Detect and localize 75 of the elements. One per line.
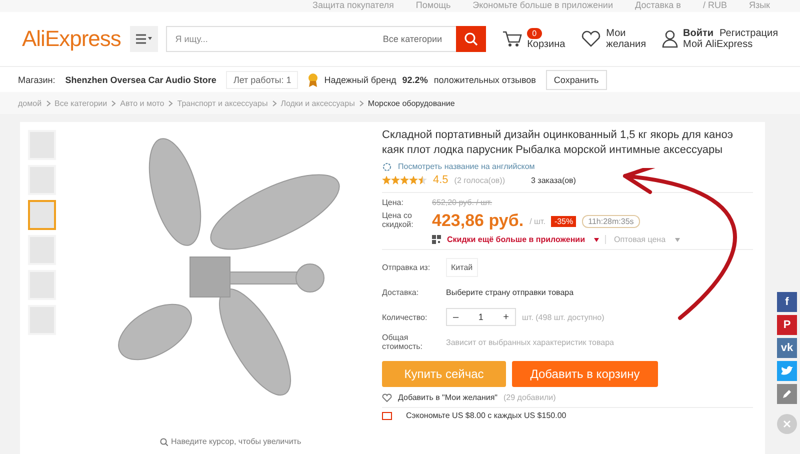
chevron-icon (168, 100, 174, 106)
zoom-hint: Наведите курсор, чтобы увеличить (171, 437, 302, 446)
logo[interactable]: AliExpress (22, 26, 122, 52)
breadcrumb-link[interactable]: Морское оборудование (368, 98, 455, 108)
facebook-share-button[interactable]: f (777, 292, 797, 312)
close-icon (783, 420, 791, 428)
wishlist-link[interactable]: Мои желания (606, 28, 646, 50)
feedback-percent: 92.2% (402, 74, 428, 84)
discount-badge: -35% (551, 216, 576, 226)
chevron-icon (46, 100, 51, 106)
quantity-note: шт. (498 шт. доступно) (522, 312, 604, 322)
total-text: Зависит от выбранных характеристик товара (446, 338, 614, 346)
search-field[interactable]: Я ищу... Все категории (166, 26, 486, 52)
coupon-icon (382, 412, 392, 420)
cart-count: 0 (527, 28, 542, 39)
quantity-label: Количество: (382, 312, 428, 322)
chevron-icon (358, 100, 364, 106)
price-label: Цена: (382, 198, 404, 207)
cart-icon[interactable] (502, 30, 522, 48)
close-share-button[interactable] (777, 414, 797, 434)
thumbnail[interactable] (28, 200, 56, 230)
product-title: Складной портативный дизайн оцинкованный 1,5 кг якорь для каноэ каяк плот лодка парусник Рыбалка морской интимные аксессуары (382, 128, 734, 158)
cart-label[interactable]: Корзина (527, 39, 566, 50)
login-link[interactable]: Войти (683, 28, 714, 39)
ship-from-option[interactable]: Китай (446, 258, 478, 276)
total-label: Общая стоимость: (382, 333, 424, 351)
store-years: Лет работы: 1 (226, 70, 298, 88)
feedback-label[interactable]: положительных отзывов (434, 74, 536, 84)
menu-button[interactable] (130, 26, 158, 52)
ship-from-label: Отправка из: (382, 262, 432, 272)
old-price: 652,20 руб. / шт. (432, 198, 494, 207)
delivery-text: Выберите страну отправки товара (446, 288, 574, 296)
plus-button[interactable]: + (501, 312, 511, 322)
store-name[interactable]: Shenzhen Oversea Car Audio Store (65, 74, 216, 84)
unit-label: / шт. (530, 216, 546, 226)
user-icon[interactable] (662, 30, 678, 48)
delivery-label: Доставка: (382, 288, 420, 296)
store-label: Магазин: (18, 74, 56, 84)
quantity-field[interactable]: – 1 + (446, 308, 516, 326)
app-deal-link[interactable]: Скидки ещё больше в приложении (447, 235, 585, 244)
search-icon (464, 32, 478, 46)
menu-icon (136, 34, 152, 44)
rating-value: 4.5 (433, 174, 448, 186)
caret-icon (594, 238, 599, 242)
chevron-icon (111, 100, 116, 106)
chevron-icon (272, 100, 277, 106)
pinterest-share-button[interactable]: P (777, 315, 797, 335)
search-button[interactable] (456, 26, 486, 52)
orders-count: 3 заказа(ов) (531, 176, 576, 184)
qr-code-icon (432, 235, 441, 244)
translate-icon (382, 162, 392, 170)
add-to-cart-button[interactable]: Добавить в корзину (512, 361, 658, 387)
register-link[interactable]: Регистрация (720, 28, 778, 39)
search-icon (160, 438, 168, 446)
brand-label: Надежный бренд (324, 74, 396, 84)
coupon-text: Сэкономьте US $8.00 с каждых US $150.00 (406, 411, 566, 420)
account-link[interactable]: Мой AliExpress (683, 39, 778, 50)
wishlist-count: (29 добавили) (504, 393, 556, 402)
caret-icon (674, 238, 680, 242)
wishlist-add-link[interactable]: Добавить в "Мои желания" (398, 393, 498, 402)
countdown-timer: 11h:28m:35s (582, 214, 640, 228)
twitter-share-button[interactable] (777, 361, 797, 381)
translate-link[interactable]: Посмотреть название на английском (398, 162, 535, 171)
heart-icon[interactable] (382, 393, 392, 402)
heart-icon[interactable] (581, 30, 602, 48)
bird-icon (781, 366, 793, 376)
medal-icon (308, 72, 318, 86)
price: 423,86 руб. (432, 211, 524, 231)
category-select[interactable]: Все категории (382, 34, 442, 44)
minus-button[interactable]: – (451, 312, 461, 322)
edit-share-button[interactable] (777, 384, 797, 404)
save-button[interactable]: Сохранить (546, 70, 607, 90)
vk-share-button[interactable]: vk (777, 338, 797, 358)
discount-price-label: Цена со скидкой: (382, 211, 414, 231)
pencil-icon (782, 389, 792, 399)
